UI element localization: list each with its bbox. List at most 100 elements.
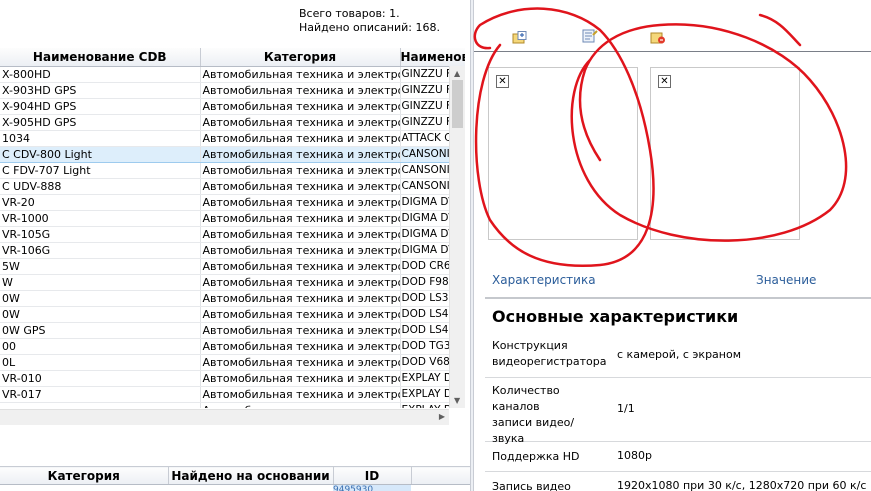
- matches-grid: Категория Найдено на основании ID 949593…: [0, 466, 470, 491]
- tab-value[interactable]: Значение: [756, 273, 816, 287]
- toolbar-divider: [474, 51, 871, 52]
- property-value: с камерой, с экраном: [617, 348, 742, 361]
- grid-horizontal-scrollbar[interactable]: ▶: [0, 409, 449, 425]
- table-row[interactable]: 1034Автомобильная техника и электроникаA…: [0, 130, 465, 147]
- table-row[interactable]: X-904HD GPS Автомобильная техника и элект…: [0, 98, 465, 115]
- cell-name-cdb: C CDV-800 Light: [0, 145, 201, 163]
- property-key: Запись видео: [492, 480, 571, 491]
- table-row[interactable]: 5WАвтомобильная техника и электроникаDOD…: [0, 258, 465, 275]
- products-grid: Наименование CDB Категория Наименов X-80…: [0, 48, 465, 408]
- cell-category: Автомобильная техника и электроника: [200, 98, 401, 115]
- column-header-found-basis[interactable]: Найдено на основании: [168, 466, 334, 485]
- cell-name-cdb: X-800HD: [0, 66, 201, 83]
- add-image-icon[interactable]: [512, 31, 528, 45]
- panel-splitter[interactable]: [470, 0, 474, 491]
- table-row[interactable]: VR-017Автомобильная техника и электроник…: [0, 386, 465, 403]
- cell-category: Автомобильная техника и электроника: [200, 114, 401, 131]
- cell-name-cdb: 0W: [0, 290, 201, 307]
- cell-name-cdb: 00: [0, 338, 201, 355]
- column-header-name[interactable]: Наименов: [400, 48, 465, 67]
- table-row[interactable]: VR-20Автомобильная техника и электроника…: [0, 194, 465, 211]
- column-header-category-2[interactable]: Категория: [0, 466, 169, 485]
- tab-characteristic[interactable]: Характеристика: [492, 273, 596, 287]
- table-row[interactable]: WАвтомобильная техника и электроникаDOD …: [0, 274, 465, 291]
- table-row[interactable]: C FDV-707 Light Автомобильная техника и э…: [0, 162, 465, 179]
- table-row[interactable]: 0LАвтомобильная техника и электроникаDOD…: [0, 354, 465, 371]
- search-stats: Всего товаров: 1. Найдено описаний: 168.: [299, 7, 440, 35]
- property-row: Запись видео 1920x1080 при 30 к/с, 1280x…: [485, 472, 871, 491]
- cell-name-cdb: 0W GPS: [0, 322, 201, 339]
- properties-table: Конструкция видеорегистратора с камерой,…: [485, 332, 871, 491]
- property-value: 1/1: [617, 402, 635, 415]
- tabs-underline: [485, 297, 871, 299]
- table-row[interactable]: C CDV-800 Light Автомобильная техника и э…: [0, 145, 465, 163]
- cell-name-cdb: C FDV-707 Light: [0, 162, 201, 179]
- cell-name-cdb: X-903HD GPS: [0, 82, 201, 99]
- cell-name-cdb: VR-106G: [0, 242, 201, 259]
- cell-category: Автомобильная техника и электроника: [200, 370, 401, 387]
- grid-vertical-scrollbar[interactable]: ▲ ▼: [449, 66, 465, 408]
- delete-image-icon[interactable]: [650, 31, 666, 45]
- product-image-1[interactable]: ✕: [488, 67, 638, 240]
- cell-category: Автомобильная техника и электроника: [200, 338, 401, 355]
- cell-category: Автомобильная техника и электроника: [200, 210, 401, 227]
- scroll-down-icon[interactable]: ▼: [454, 396, 460, 405]
- cell-category: Автомобильная техника и электроника: [200, 306, 401, 323]
- property-key: Количество каналов записи видео/звука: [492, 384, 575, 445]
- cell-name-cdb: [0, 402, 201, 408]
- cell-name-cdb: C UDV-888: [0, 178, 201, 195]
- cell-category: Автомобильная техника и электроника: [200, 386, 401, 403]
- cell-name-cdb: VR-017: [0, 386, 201, 403]
- id-cell[interactable]: 9495930: [333, 484, 411, 491]
- table-row[interactable]: C UDV-888Автомобильная техника и электро…: [0, 178, 465, 195]
- edit-list-icon[interactable]: [582, 29, 598, 43]
- cell-name-cdb: 0L: [0, 354, 201, 371]
- cell-category: Автомобильная техника и электроника: [200, 226, 401, 243]
- product-image-2[interactable]: ✕: [650, 67, 800, 240]
- table-row[interactable]: 0WАвтомобильная техника и электроникаDOD…: [0, 290, 465, 307]
- cell-category: Автомобильная техника и электроника: [200, 162, 401, 179]
- scroll-up-icon[interactable]: ▲: [454, 69, 460, 78]
- broken-image-icon: ✕: [496, 75, 509, 88]
- cell-name-cdb: 1034: [0, 130, 201, 147]
- column-header-id[interactable]: ID: [333, 466, 412, 485]
- property-key: Поддержка HD: [492, 450, 580, 463]
- table-row[interactable]: X-800HDАвтомобильная техника и электрони…: [0, 66, 465, 83]
- total-products-label: Всего товаров: 1.: [299, 7, 400, 20]
- cell-name-cdb: VR-1000: [0, 210, 201, 227]
- table-row[interactable]: VR-010Автомобильная техника и электроник…: [0, 370, 465, 387]
- table-row[interactable]: 00Автомобильная техника и электроникаDOD…: [0, 338, 465, 355]
- table-row[interactable]: 0WАвтомобильная техника и электроникаDOD…: [0, 306, 465, 323]
- cell-category: Автомобильная техника и электроника: [200, 66, 401, 83]
- cell-name-cdb: VR-20: [0, 194, 201, 211]
- scroll-thumb[interactable]: [452, 80, 463, 128]
- table-row[interactable]: X-905HD GPS Автомобильная техника и элект…: [0, 114, 465, 131]
- cell-category: Автомобильная техника и электроника: [200, 242, 401, 259]
- cell-name-cdb: 0W: [0, 306, 201, 323]
- property-value: 1920x1080 при 30 к/с, 1280x720 при 60 к/…: [617, 479, 867, 491]
- table-row[interactable]: VR-105GАвтомобильная техника и электрони…: [0, 226, 465, 243]
- property-row: Поддержка HD 1080p: [485, 442, 871, 472]
- cell-name-cdb: VR-105G: [0, 226, 201, 243]
- scroll-right-icon[interactable]: ▶: [439, 412, 445, 421]
- cell-category: Автомобильная техника и электроника: [200, 145, 401, 163]
- table-row[interactable]: VR-1000Автомобильная техника и электрони…: [0, 210, 465, 227]
- table-row[interactable]: 0W GPSАвтомобильная техника и электроник…: [0, 322, 465, 339]
- table-row[interactable]: X-903HD GPS Автомобильная техника и элект…: [0, 82, 465, 99]
- column-header-name-cdb[interactable]: Наименование CDB: [0, 48, 201, 67]
- cell-category: Автомобильная техника и электроника: [200, 130, 401, 147]
- cell-category: Автомобильная техника и электроника: [200, 402, 401, 408]
- cell-name-cdb: VR-010: [0, 370, 201, 387]
- property-row: Конструкция видеорегистратора с камерой,…: [485, 332, 871, 378]
- found-descriptions-label: Найдено описаний: 168.: [299, 21, 440, 34]
- cell-name-cdb: X-905HD GPS: [0, 114, 201, 131]
- table-row[interactable]: Автомобильная техника и электроникаEXPLA…: [0, 402, 465, 408]
- column-header-category[interactable]: Категория: [200, 48, 401, 67]
- cell-name-cdb: X-904HD GPS: [0, 98, 201, 115]
- property-value: 1080p: [617, 449, 652, 462]
- cell-category: Автомобильная техника и электроника: [200, 274, 401, 291]
- property-key: Конструкция видеорегистратора: [492, 339, 607, 368]
- table-row[interactable]: VR-106GАвтомобильная техника и электрони…: [0, 242, 465, 259]
- cell-category: Автомобильная техника и электроника: [200, 82, 401, 99]
- cell-name-cdb: W: [0, 274, 201, 291]
